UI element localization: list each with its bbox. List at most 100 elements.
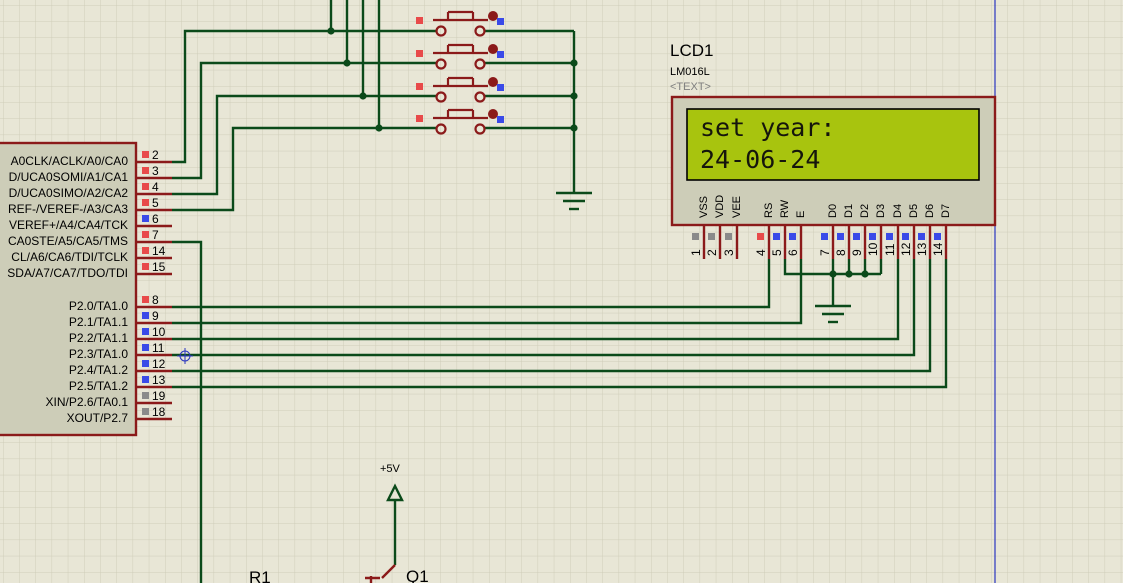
pin-number: 3 xyxy=(722,249,736,256)
power-label: +5V xyxy=(380,463,401,475)
pin-number: 4 xyxy=(754,249,768,256)
button-actuator-icon xyxy=(488,44,498,54)
pin-number: 5 xyxy=(152,196,159,210)
pin-marker xyxy=(142,312,149,319)
pin-marker xyxy=(142,376,149,383)
pin-marker xyxy=(934,233,941,240)
pin-label: D/UCA0SIMO/A2/CA2 xyxy=(9,186,129,200)
pin-marker xyxy=(142,263,149,270)
pin-number: 3 xyxy=(152,164,159,178)
pin-label: P2.5/TA1.2 xyxy=(69,379,128,393)
junction-dot xyxy=(327,27,335,35)
pin-label: XOUT/P2.7 xyxy=(67,411,129,425)
pin-marker xyxy=(142,360,149,367)
junction-dot xyxy=(343,59,351,67)
pin-marker xyxy=(142,183,149,190)
pin-name: D0 xyxy=(827,204,839,218)
schematic-canvas[interactable]: 2 A0CLK/ACLK/A0/CA0 3 D/UCA0SOMI/A1/CA1 4 D/U… xyxy=(0,0,1123,583)
pin-marker xyxy=(853,233,860,240)
pin-label: CA0STE/A5/CA5/TMS xyxy=(8,234,128,248)
pin-label: P2.1/TA1.1 xyxy=(69,315,128,329)
pin-marker xyxy=(837,233,844,240)
junction-dot xyxy=(845,270,853,278)
pin-label: D/UCA0SOMI/A1/CA1 xyxy=(9,170,129,184)
pin-number: 11 xyxy=(152,341,165,355)
pin-name: VDD xyxy=(714,195,726,218)
pin-label: VEREF+/A4/CA4/TCK xyxy=(9,218,128,232)
pin-number: 15 xyxy=(152,260,166,274)
pin-marker xyxy=(142,247,149,254)
pin-number: 13 xyxy=(915,242,929,256)
button-actuator-icon xyxy=(488,77,498,87)
pin-number: 9 xyxy=(850,249,864,256)
transistor-label: Q1 xyxy=(406,567,429,583)
pin-label: XIN/P2.6/TA0.1 xyxy=(46,395,129,409)
pin-marker xyxy=(416,83,423,90)
junction-dot xyxy=(359,92,367,100)
pin-number: 8 xyxy=(152,293,159,307)
pin-name: RS xyxy=(763,203,775,218)
pin-marker xyxy=(142,199,149,206)
pin-marker xyxy=(142,328,149,335)
pin-name: RW xyxy=(779,199,791,218)
lcd-line-1: set year: xyxy=(700,113,835,142)
pin-number: 10 xyxy=(866,242,880,256)
pin-marker xyxy=(497,18,504,25)
pin-marker xyxy=(869,233,876,240)
pin-name: D5 xyxy=(908,204,920,218)
pin-marker xyxy=(497,51,504,58)
pin-label: P2.2/TA1.1 xyxy=(69,331,128,345)
pin-name: D7 xyxy=(940,204,952,218)
pin-number: 9 xyxy=(152,309,159,323)
pin-marker xyxy=(416,115,423,122)
pin-number: 6 xyxy=(152,212,159,226)
junction-dot xyxy=(570,124,578,132)
pin-name: VEE xyxy=(731,196,743,218)
pin-marker xyxy=(416,50,423,57)
pin-number: 12 xyxy=(899,242,913,256)
pin-marker xyxy=(757,233,764,240)
button-actuator-icon xyxy=(488,11,498,21)
pin-name: D6 xyxy=(924,204,936,218)
pin-label: A0CLK/ACLK/A0/CA0 xyxy=(11,154,129,168)
pin-marker xyxy=(142,215,149,222)
pin-marker xyxy=(142,167,149,174)
pin-label: P2.0/TA1.0 xyxy=(69,299,128,313)
pin-number: 10 xyxy=(152,325,166,339)
pin-number: 14 xyxy=(931,242,945,256)
lcd-text-field: <TEXT> xyxy=(670,81,711,93)
pin-marker xyxy=(692,233,699,240)
pin-number: 14 xyxy=(152,244,166,258)
pin-name: D3 xyxy=(875,204,887,218)
junction-dot xyxy=(861,270,869,278)
pin-marker xyxy=(142,231,149,238)
pin-name: D4 xyxy=(892,204,904,218)
pin-name: VSS xyxy=(698,196,710,218)
pin-marker xyxy=(773,233,780,240)
pin-marker xyxy=(902,233,909,240)
pin-name: D2 xyxy=(859,204,871,218)
resistor-label: R1 xyxy=(249,568,271,583)
pin-marker xyxy=(497,116,504,123)
junction-dot xyxy=(570,92,578,100)
pin-number: 2 xyxy=(705,249,719,256)
pin-number: 1 xyxy=(689,249,703,256)
pin-number: 18 xyxy=(152,405,166,419)
pin-number: 2 xyxy=(152,148,159,162)
pin-name: D1 xyxy=(843,204,855,218)
pin-marker xyxy=(708,233,715,240)
pin-label: P2.4/TA1.2 xyxy=(69,363,128,377)
junction-dot xyxy=(375,124,383,132)
pin-marker xyxy=(918,233,925,240)
grid-background xyxy=(0,0,1123,583)
pin-number: 13 xyxy=(152,373,166,387)
pin-number: 7 xyxy=(152,228,159,242)
pin-marker xyxy=(142,408,149,415)
pin-marker xyxy=(142,392,149,399)
pin-marker xyxy=(886,233,893,240)
lcd-reference: LCD1 xyxy=(670,41,713,60)
junction-dot xyxy=(829,270,837,278)
pin-marker xyxy=(789,233,796,240)
pin-marker xyxy=(725,233,732,240)
pin-label: P2.3/TA1.0 xyxy=(69,347,128,361)
